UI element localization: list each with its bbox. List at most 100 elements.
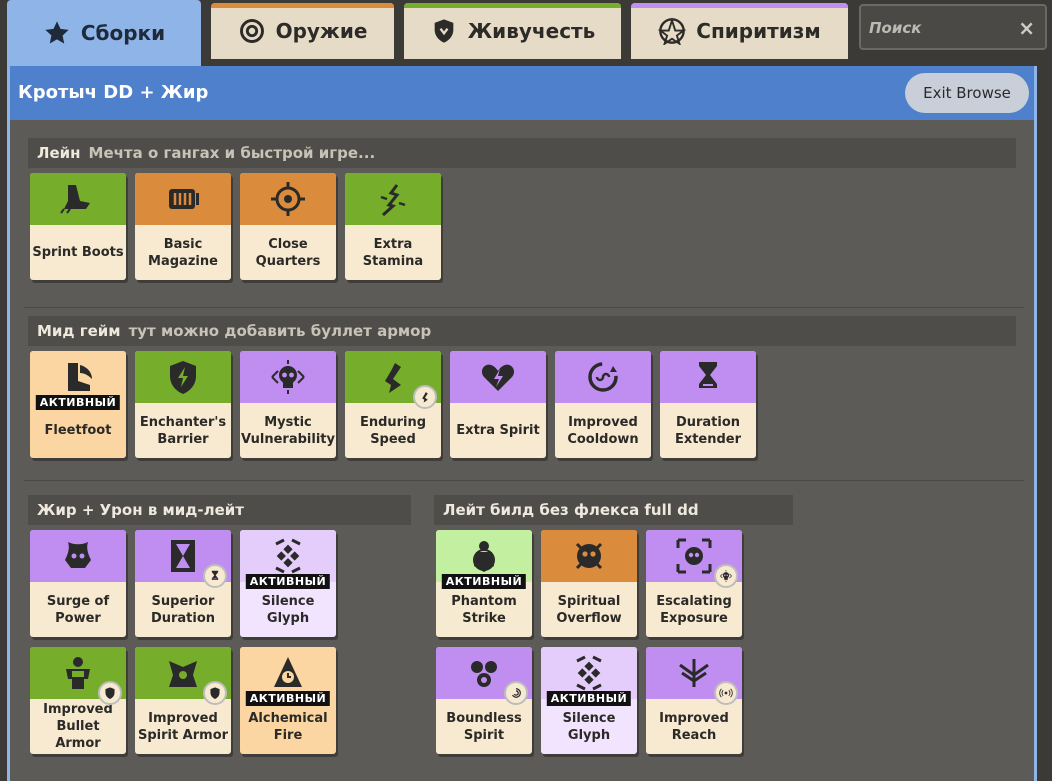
item-label: Extra Spirit	[456, 423, 540, 438]
item-icon-area	[30, 173, 126, 225]
tab-label: Сборки	[80, 21, 166, 45]
spirit-armor-icon	[169, 661, 197, 687]
item-card[interactable]: Improved Bullet Armor	[30, 647, 126, 754]
reach-icon	[679, 659, 709, 687]
active-badge: АКТИВНЫЙ	[245, 574, 331, 589]
run-icon	[422, 392, 428, 403]
item-card[interactable]: Duration Extender	[660, 351, 756, 458]
tab-color-bar	[404, 3, 621, 8]
item-card[interactable]: Boundless Spirit	[436, 647, 532, 754]
tab-color-bar	[211, 3, 394, 8]
active-badge: АКТИВНЫЙ	[441, 574, 527, 589]
item-card[interactable]: АКТИВНЫЙ Silence Glyph	[541, 647, 637, 754]
phantom-icon	[473, 541, 495, 572]
item-card[interactable]: Enduring Speed	[345, 351, 441, 458]
item-card[interactable]: Extra Stamina	[345, 173, 441, 280]
item-label: Improved Reach	[659, 710, 729, 743]
shield-icon	[434, 19, 454, 43]
item-card[interactable]: Improved Cooldown	[555, 351, 651, 458]
upgrade-indicator	[203, 681, 227, 705]
item-icon-area	[135, 351, 231, 403]
search-box: ×	[859, 4, 1047, 50]
item-label: Mystic Vulnerability	[241, 414, 335, 447]
upgrade-indicator	[203, 564, 227, 588]
build-panel: Кротыч DD + Жир Exit Browse Лейн Мечта о…	[7, 66, 1037, 781]
hourglass-icon	[699, 362, 717, 388]
item-card[interactable]: Spiritual Overflow	[541, 530, 637, 637]
item-card[interactable]: АКТИВНЫЙ Silence Glyph	[240, 530, 336, 637]
pentagram-icon	[658, 17, 687, 45]
category-tabs: Сборки Оружие Живучесть Спиритизм ×	[0, 0, 1052, 66]
magazine-icon	[169, 189, 199, 209]
signal-icon	[719, 688, 733, 698]
item-card[interactable]: Sprint Boots	[30, 173, 126, 280]
active-badge: АКТИВНЫЙ	[35, 395, 121, 410]
cooldown-icon	[588, 362, 618, 392]
item-label: Silence Glyph	[261, 593, 315, 626]
close-icon[interactable]: ×	[1018, 16, 1035, 40]
item-card[interactable]: АКТИВНЫЙ Fleetfoot	[30, 351, 126, 458]
tab-vitality[interactable]: Живучесть	[404, 3, 621, 59]
item-label: Improved Bullet Armor	[43, 702, 113, 751]
item-label: Improved Spirit Armor	[137, 710, 229, 743]
item-label: Fleetfoot	[44, 423, 112, 438]
item-icon-area	[30, 530, 126, 582]
item-label: Close Quarters	[255, 236, 321, 269]
tab-builds[interactable]: Сборки	[7, 0, 201, 66]
item-icon-area	[135, 173, 231, 225]
item-label: Spiritual Overflow	[556, 593, 622, 626]
shield-icon	[105, 687, 115, 699]
item-label: Silence Glyph	[562, 710, 616, 743]
item-card[interactable]: Mystic Vulnerability	[240, 351, 336, 458]
target-icon	[239, 19, 264, 43]
item-card[interactable]: АКТИВНЫЙ Phantom Strike	[436, 530, 532, 637]
item-label: Alchemical Fire	[248, 710, 328, 743]
section-header-fat: Жир + Урон в мид-лейт	[28, 495, 411, 525]
item-card[interactable]: Enchanter's Barrier	[135, 351, 231, 458]
upgrade-indicator	[714, 564, 738, 588]
hourglass-icon	[211, 570, 219, 580]
item-label: Sprint Boots	[32, 245, 124, 260]
shield-icon	[210, 687, 220, 699]
runner-icon	[385, 363, 401, 393]
item-card[interactable]: Extra Spirit	[450, 351, 546, 458]
item-icon-area	[660, 351, 756, 403]
exit-browse-button[interactable]: Exit Browse	[905, 73, 1029, 113]
overflow-icon	[575, 542, 603, 570]
tab-label: Спиритизм	[696, 19, 821, 43]
stamina-icon	[380, 184, 406, 217]
star-icon	[45, 21, 69, 44]
alchemy-icon	[274, 657, 302, 687]
tab-spirit[interactable]: Спиритизм	[631, 3, 848, 59]
item-card[interactable]: Close Quarters	[240, 173, 336, 280]
build-title: Кротыч DD + Жир	[18, 82, 209, 103]
exposure-icon	[676, 538, 712, 574]
item-card[interactable]: Superior Duration	[135, 530, 231, 637]
item-card[interactable]: АКТИВНЫЙ Alchemical Fire	[240, 647, 336, 754]
item-card[interactable]: Improved Spirit Armor	[135, 647, 231, 754]
boundless-icon	[471, 661, 497, 687]
item-card[interactable]: Improved Reach	[646, 647, 742, 754]
section-name: Лейт билд без флекса full dd	[443, 501, 699, 519]
active-badge: АКТИВНЫЙ	[546, 691, 632, 706]
item-icon-area	[450, 351, 546, 403]
winged-boot-icon	[68, 363, 92, 391]
item-label: Basic Magazine	[148, 236, 218, 269]
glyph-icon	[576, 655, 602, 691]
upgrade-indicator	[98, 681, 122, 705]
item-card[interactable]: Surge of Power	[30, 530, 126, 637]
tab-weapon[interactable]: Оружие	[211, 3, 394, 59]
tab-color-bar	[631, 3, 848, 8]
shield-bolt-icon	[170, 361, 196, 394]
item-label: Improved Cooldown	[567, 414, 639, 447]
item-icon-area	[240, 173, 336, 225]
active-badge: АКТИВНЫЙ	[245, 691, 331, 706]
item-card[interactable]: Basic Magazine	[135, 173, 231, 280]
search-input[interactable]	[869, 16, 1009, 40]
heart-bolt-icon	[481, 364, 515, 391]
tab-label: Оружие	[275, 19, 368, 43]
section-header-late: Лейт билд без флекса full dd	[434, 495, 793, 525]
item-card[interactable]: Escalating Exposure	[646, 530, 742, 637]
swirl-icon	[511, 688, 521, 698]
item-label: Escalating Exposure	[656, 593, 732, 626]
